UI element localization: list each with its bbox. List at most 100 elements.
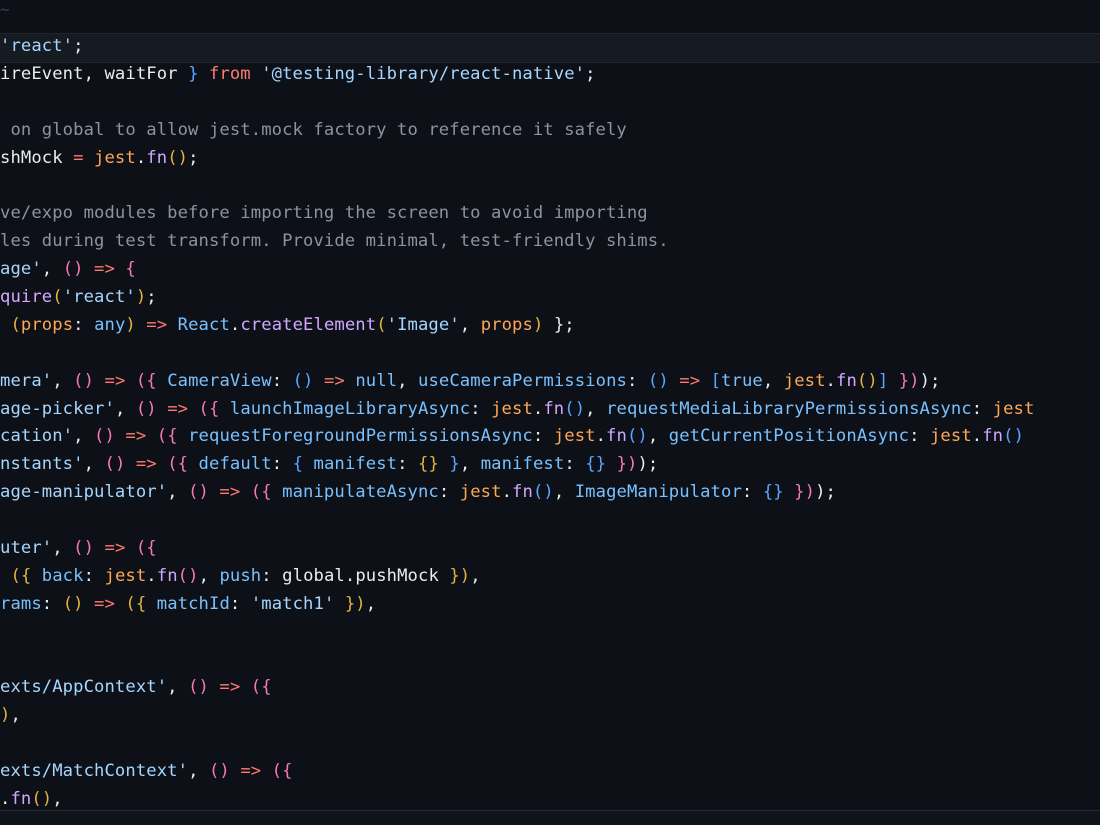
code-token: ) [125, 314, 136, 335]
code-line[interactable]: age-manipulator', () => ({ manipulateAsy… [0, 479, 1034, 507]
code-line[interactable]: exts/AppContext', () => ({ [0, 674, 1034, 702]
code-token: 'Image' [386, 314, 460, 335]
code-token: push [219, 565, 262, 586]
code-line[interactable]: shMock = jest.fn(); [0, 145, 1034, 173]
code-token: : [73, 314, 95, 335]
code-token: , [52, 538, 74, 559]
code-token: }) [783, 482, 816, 503]
code-token: props [20, 314, 74, 335]
code-line[interactable]: exts/MatchContext', () => ({ [0, 758, 1034, 786]
code-token: , [397, 370, 419, 391]
code-token: ) [0, 705, 11, 726]
code-token: '@testing-library/react-native' [261, 63, 586, 84]
code-line[interactable]: les during test transform. Provide minim… [0, 228, 1034, 256]
code-token: useCameraPermissions [418, 370, 627, 391]
code-token: () [62, 593, 84, 614]
code-token: pushMock [355, 565, 439, 586]
code-token: => [114, 426, 157, 447]
code-token: () [188, 482, 209, 503]
code-token: . [146, 565, 157, 586]
code-token: ve/expo modules before importing the scr… [0, 203, 648, 224]
code-token: ({ [135, 538, 157, 559]
code-token: ( [376, 314, 387, 335]
code-line[interactable]: ({ back: jest.fn(), push: global.pushMoc… [0, 563, 1034, 591]
code-token: ({ [167, 454, 189, 475]
code-line[interactable]: uter', () => ({ [0, 535, 1034, 563]
code-line[interactable]: quire('react'); [0, 284, 1034, 312]
code-line[interactable]: rams: () => ({ matchId: 'match1' }), [0, 591, 1034, 619]
code-token: age' [0, 259, 42, 280]
code-token: () [73, 370, 95, 391]
code-token: age-picker' [0, 398, 115, 419]
code-line[interactable]: nstants', () => ({ default: { manifest: … [0, 451, 1034, 479]
code-line[interactable]: ), [0, 702, 1034, 730]
code-token: jest [491, 398, 533, 419]
code-token: : [971, 398, 993, 419]
code-token: => [156, 398, 199, 419]
code-token: jest [459, 482, 502, 503]
code-token: manipulateAsync [271, 482, 439, 503]
code-line[interactable] [0, 507, 1034, 535]
code-line[interactable]: age-picker', () => ({ launchImageLibrary… [0, 396, 1034, 424]
code-line[interactable]: ireEvent, waitFor } from '@testing-libra… [0, 61, 1034, 89]
code-line[interactable]: (props: any) => React.createElement('Ima… [0, 312, 1034, 340]
code-token: : [271, 370, 293, 391]
code-token: 'react' [0, 36, 74, 56]
code-token: : [41, 593, 63, 614]
code-token: ; [146, 287, 157, 308]
code-token: {} [585, 454, 607, 475]
code-line[interactable]: mera', () => ({ CameraView: () => null, … [0, 368, 1034, 396]
code-line[interactable]: cation', () => ({ requestForegroundPermi… [0, 423, 1034, 451]
code-token: = [73, 147, 84, 168]
code-token: , [553, 482, 575, 503]
code-token: jest [992, 398, 1035, 419]
code-line[interactable]: 'react'; [0, 33, 1034, 61]
code-token: . [229, 314, 241, 335]
code-line[interactable] [0, 619, 1034, 647]
code-token: : [397, 454, 418, 475]
code-token: : [909, 426, 930, 447]
code-line[interactable] [0, 340, 1034, 368]
code-token: => [94, 538, 136, 559]
code-token: => [313, 370, 356, 391]
code-token: requestMediaLibraryPermissionsAsync [606, 398, 972, 419]
code-line[interactable] [0, 89, 1034, 117]
code-token: } [188, 63, 199, 84]
code-token: mera' [0, 370, 53, 391]
code-token: getCurrentPositionAsync [668, 426, 910, 447]
code-area[interactable]: 'react'; ireEvent, waitFor } from '@testi… [0, 33, 1034, 814]
code-line[interactable]: ve/expo modules before importing the scr… [0, 200, 1034, 228]
code-line[interactable]: on global to allow jest.mock factory to … [0, 117, 1034, 145]
code-token: : [83, 565, 105, 586]
code-token: shMock [0, 147, 74, 168]
code-token: => [208, 677, 251, 698]
horizontal-scrollbar[interactable] [0, 810, 1100, 825]
code-token: : [261, 565, 283, 586]
code-line[interactable] [0, 647, 1034, 675]
code-token: fn [543, 398, 565, 419]
code-token: () [177, 565, 199, 586]
code-token: , [470, 565, 481, 586]
code-token: props [480, 314, 533, 335]
code-token: any [94, 314, 126, 335]
code-token: () [188, 677, 209, 698]
code-token: () [73, 538, 95, 559]
code-token: default [188, 454, 272, 475]
code-token: , [10, 705, 21, 726]
code-token: . [532, 398, 544, 419]
code-line[interactable] [0, 172, 1034, 200]
code-line[interactable]: age', () => { [0, 256, 1034, 284]
code-token: () [626, 426, 648, 447]
code-token: => [229, 761, 272, 782]
code-token: () [94, 426, 115, 447]
code-line[interactable] [0, 730, 1034, 758]
code-token: ({ [156, 426, 178, 447]
code-token: cation' [0, 426, 74, 447]
code-token: fn [512, 482, 533, 503]
code-token: jest [929, 426, 972, 447]
code-token: }; [543, 314, 575, 335]
code-token: : [470, 398, 492, 419]
code-token: ({ [271, 761, 293, 782]
code-editor[interactable]: ~ 'react'; ireEvent, waitFor } from '@tes… [0, 0, 1100, 825]
code-token: . [135, 147, 147, 168]
